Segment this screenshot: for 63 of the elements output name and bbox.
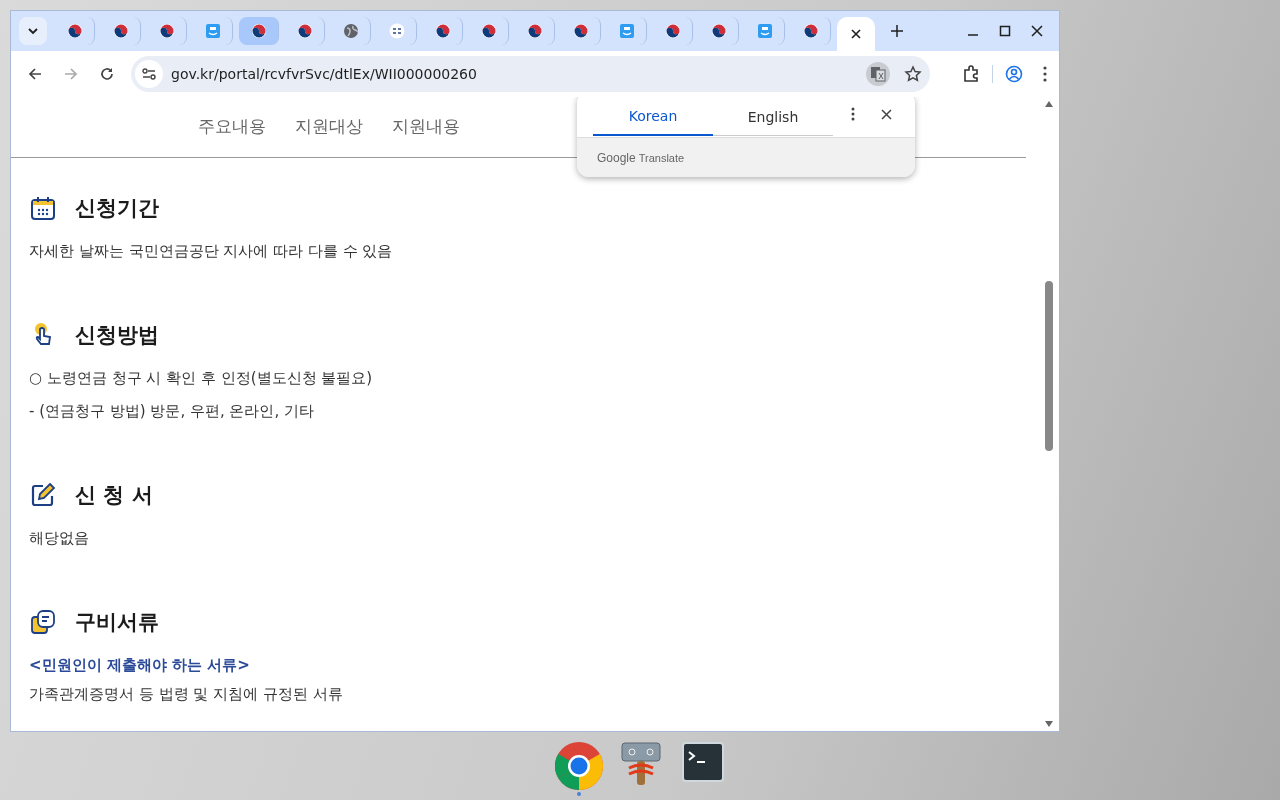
- maximize-icon[interactable]: [999, 25, 1011, 37]
- app-icon: [204, 23, 221, 39]
- taskbar-app[interactable]: [555, 742, 603, 796]
- body-text: ○ 노령연금 청구 시 확인 후 인정(별도신청 불필요): [29, 369, 374, 388]
- url-text: gov.kr/portal/rcvfvrSvc/dtlEx/WII000000260: [171, 66, 477, 82]
- emblem-icon: [434, 23, 451, 39]
- emblem-icon: [480, 23, 497, 39]
- emblem-icon: [112, 23, 129, 39]
- section-title: 구비서류: [75, 609, 159, 636]
- section-link[interactable]: 지원내용: [391, 115, 460, 138]
- more-icon[interactable]: [851, 107, 855, 121]
- browser-icon: [555, 742, 603, 790]
- subheading: <민원인이 제출해야 하는 서류>: [29, 656, 251, 675]
- browser-tab[interactable]: [837, 17, 875, 51]
- section-link[interactable]: 지원대상: [294, 115, 363, 138]
- emblem-icon: [710, 23, 727, 39]
- close-icon[interactable]: [851, 29, 861, 39]
- calendar-icon: [29, 194, 57, 222]
- product-name: Translate: [638, 151, 685, 164]
- app-icon: [756, 23, 773, 39]
- brand-logo: Google: [597, 150, 636, 165]
- site-badge-icon: [388, 23, 405, 39]
- body-text: 자세한 날짜는 국민연금공단 지사에 따라 다를 수 있음: [29, 242, 394, 261]
- body-text: - (연금청구 방법) 방문, 우편, 온라인, 기타: [29, 402, 316, 421]
- scroll-down-icon[interactable]: [1045, 721, 1053, 727]
- edit-icon: [29, 481, 57, 509]
- address-bar[interactable]: gov.kr/portal/rcvfvrSvc/dtlEx/WII000000260: [131, 56, 930, 92]
- signpost-icon: [621, 742, 661, 786]
- site-info-icon[interactable]: [135, 60, 163, 88]
- close-icon[interactable]: [1031, 25, 1043, 37]
- star-icon[interactable]: [904, 65, 922, 83]
- emblem-icon: [296, 23, 313, 39]
- terminal-icon: [682, 742, 724, 782]
- menu-icon[interactable]: [1043, 66, 1047, 82]
- emblem-icon: [250, 23, 267, 39]
- documents-icon: [29, 608, 57, 636]
- browser-tab[interactable]: [239, 17, 279, 45]
- translate-icon[interactable]: [866, 62, 890, 86]
- close-icon[interactable]: [881, 108, 892, 120]
- new-tab-icon[interactable]: [891, 25, 903, 37]
- app-icon: [618, 23, 635, 39]
- taskbar-app[interactable]: [679, 742, 727, 782]
- emblem-icon: [158, 23, 175, 39]
- section-title: 신청방법: [75, 322, 159, 349]
- chevron-down-icon: [27, 25, 39, 37]
- section-title: 신청기간: [75, 195, 159, 222]
- emblem-icon: [66, 23, 83, 39]
- scrollbar-thumb[interactable]: [1045, 281, 1053, 451]
- emblem-icon: [802, 23, 819, 39]
- emblem-icon: [572, 23, 589, 39]
- puzzle-icon[interactable]: [962, 65, 980, 83]
- globe-icon: [342, 23, 359, 39]
- profile-icon[interactable]: [1005, 65, 1023, 83]
- body-text: 가족관계증명서 등 법령 및 지침에 규정된 서류: [29, 685, 344, 704]
- back-icon[interactable]: [27, 66, 43, 82]
- tab-search-button[interactable]: [19, 17, 47, 45]
- scroll-up-icon[interactable]: [1045, 101, 1053, 107]
- body-text: 해당없음: [29, 529, 90, 548]
- emblem-icon: [664, 23, 681, 39]
- section-title: 신 청 서: [75, 482, 153, 509]
- reload-icon[interactable]: [99, 66, 115, 82]
- emblem-icon: [526, 23, 543, 39]
- section-link[interactable]: 주요내용: [197, 115, 266, 138]
